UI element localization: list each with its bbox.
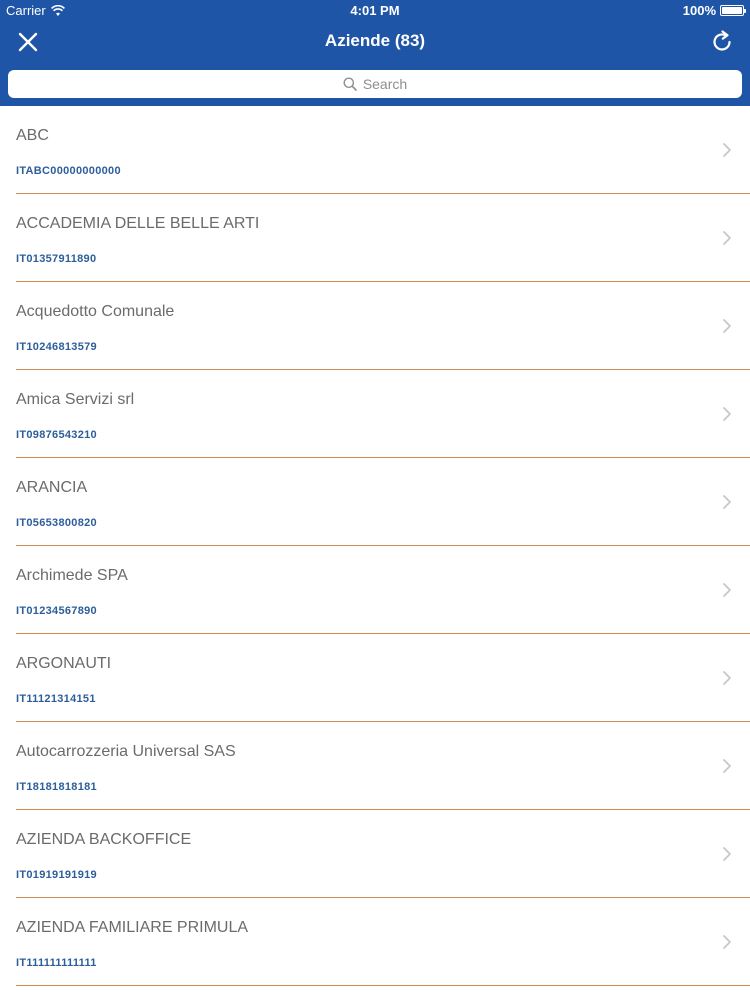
header: Carrier 4:01 PM 100% Aziende (83) Search bbox=[0, 0, 750, 106]
company-name: Autocarrozzeria Universal SAS bbox=[16, 743, 236, 760]
company-vat-code: IT18181818181 bbox=[16, 781, 97, 793]
chevron-right-icon bbox=[723, 935, 731, 949]
chevron-right-icon bbox=[723, 231, 731, 245]
company-vat-code: IT01357911890 bbox=[16, 253, 97, 265]
list-item[interactable]: ABC ITABC00000000000 bbox=[0, 106, 750, 194]
list-item[interactable]: AZIENDA FAMILIARE PRIMULA IT111111111111 bbox=[0, 898, 750, 986]
chevron-right-icon bbox=[723, 847, 731, 861]
company-vat-code: IT05653800820 bbox=[16, 517, 97, 529]
company-vat-code: ITABC00000000000 bbox=[16, 165, 121, 177]
battery-label: 100% bbox=[682, 3, 716, 18]
company-name: AZIENDA FAMILIARE PRIMULA bbox=[16, 919, 249, 936]
battery-icon bbox=[720, 5, 746, 16]
company-list: ABC ITABC00000000000 ACCADEMIA DELLE BELLE… bbox=[0, 106, 750, 986]
chevron-right-icon bbox=[723, 671, 731, 685]
company-name: Archimede SPA bbox=[16, 567, 128, 584]
list-item[interactable]: Amica Servizi srl IT09876543210 bbox=[0, 370, 750, 458]
list-item[interactable]: ARGONAUTI IT11121314151 bbox=[0, 634, 750, 722]
row-divider bbox=[16, 985, 750, 986]
list-item[interactable]: Archimede SPA IT01234567890 bbox=[0, 546, 750, 634]
company-name: ABC bbox=[16, 127, 49, 144]
company-vat-code: IT10246813579 bbox=[16, 341, 97, 353]
battery-level bbox=[722, 7, 742, 14]
status-right: 100% bbox=[682, 3, 746, 18]
chevron-right-icon bbox=[723, 143, 731, 157]
page-title: Aziende (83) bbox=[324, 31, 426, 50]
company-vat-code: IT01234567890 bbox=[16, 605, 97, 617]
chevron-right-icon bbox=[723, 495, 731, 509]
company-vat-code: IT09876543210 bbox=[16, 429, 97, 441]
chevron-right-icon bbox=[723, 407, 731, 421]
status-bar: Carrier 4:01 PM 100% bbox=[0, 0, 750, 22]
nav-bar: Aziende (83) bbox=[0, 22, 750, 62]
chevron-right-icon bbox=[723, 759, 731, 773]
company-name: ACCADEMIA DELLE BELLE ARTI bbox=[16, 215, 260, 232]
company-name: Amica Servizi srl bbox=[16, 391, 135, 408]
search-icon bbox=[343, 77, 357, 91]
company-name: ARANCIA bbox=[16, 479, 88, 496]
list-item[interactable]: ARANCIA IT05653800820 bbox=[0, 458, 750, 546]
chevron-right-icon bbox=[723, 583, 731, 597]
search-input[interactable]: Search bbox=[8, 70, 742, 98]
list-item[interactable]: AZIENDA BACKOFFICE IT01919191919 bbox=[0, 810, 750, 898]
company-vat-code: IT111111111111 bbox=[16, 957, 97, 969]
search-placeholder: Search bbox=[362, 76, 408, 92]
company-name: ARGONAUTI bbox=[16, 655, 112, 672]
company-name: Acquedotto Comunale bbox=[16, 303, 175, 320]
chevron-right-icon bbox=[723, 319, 731, 333]
company-vat-code: IT11121314151 bbox=[16, 693, 96, 705]
list-item[interactable]: Acquedotto Comunale IT10246813579 bbox=[0, 282, 750, 370]
list-item[interactable]: ACCADEMIA DELLE BELLE ARTI IT01357911890 bbox=[0, 194, 750, 282]
company-name: AZIENDA BACKOFFICE bbox=[16, 831, 192, 848]
refresh-icon[interactable] bbox=[708, 28, 736, 56]
list-item[interactable]: Autocarrozzeria Universal SAS IT181818181… bbox=[0, 722, 750, 810]
status-time: 4:01 PM bbox=[350, 3, 400, 18]
company-vat-code: IT01919191919 bbox=[16, 869, 97, 881]
